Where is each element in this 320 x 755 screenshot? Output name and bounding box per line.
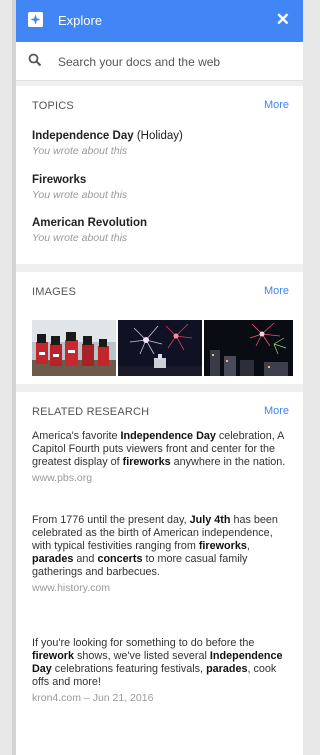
highlighted-term: concerts (97, 553, 143, 565)
topic-note: You wrote about this (32, 189, 128, 201)
topics-heading: TOPICS (32, 100, 74, 112)
research-snippet: From 1776 until the present day, July 4t… (32, 514, 294, 579)
topic-note: You wrote about this (32, 232, 128, 244)
research-more-link[interactable]: More (264, 405, 289, 417)
highlighted-term: Independence Day (120, 430, 216, 442)
search-input[interactable] (56, 51, 290, 73)
topic-note: You wrote about this (32, 145, 128, 157)
research-item[interactable]: From 1776 until the present day, July 4t… (32, 514, 294, 594)
highlighted-term: fireworks (198, 540, 247, 552)
topic-item-american-revolution[interactable]: American Revolution You wrote about this (32, 213, 147, 244)
snippet-text: , (246, 540, 250, 552)
research-item[interactable]: If you're looking for something to do be… (32, 637, 294, 704)
image-thumb-fireworks-capitol[interactable] (118, 320, 202, 376)
topic-type: (Holiday) (133, 130, 183, 142)
snippet-text: From 1776 until the present day, (32, 514, 190, 526)
images-more-link[interactable]: More (264, 285, 289, 297)
search-bar (16, 42, 303, 81)
explore-header: Explore ✕ (16, 0, 303, 42)
research-source: kron4.com – Jun 21, 2016 (32, 692, 154, 704)
research-item[interactable]: America's favorite Independence Day cele… (32, 430, 294, 484)
topic-name: American Revolution (32, 217, 148, 229)
images-heading: IMAGES (32, 286, 76, 298)
images-card: IMAGES More (16, 272, 303, 384)
topic-name: Fireworks (32, 174, 87, 186)
close-button[interactable]: ✕ (276, 10, 290, 30)
highlighted-term: parades (206, 663, 248, 675)
topic-item-fireworks[interactable]: Fireworks You wrote about this (32, 170, 127, 201)
image-row (32, 320, 293, 376)
image-thumb-soldiers[interactable] (32, 320, 116, 376)
research-source: www.history.com (32, 582, 110, 594)
highlighted-term: parades (32, 553, 74, 565)
topic-name: Independence Day (32, 130, 134, 142)
highlighted-term: July 4th (189, 514, 231, 526)
topics-more-link[interactable]: More (264, 99, 289, 111)
snippet-text: celebrations featuring festivals, (51, 663, 207, 675)
snippet-text: anywhere in the nation. (170, 456, 286, 468)
snippet-text: America's favorite (32, 430, 121, 442)
highlighted-term: firework (32, 650, 75, 662)
search-icon (28, 53, 42, 72)
research-snippet: If you're looking for something to do be… (32, 637, 294, 689)
highlighted-term: fireworks (122, 456, 171, 468)
snippet-text: If you're looking for something to do be… (32, 637, 255, 649)
snippet-text: and (73, 553, 98, 565)
research-heading: RELATED RESEARCH (32, 406, 150, 418)
related-research-card: RELATED RESEARCH More America's favorite… (16, 392, 303, 755)
topics-card: TOPICS More Independence Day (Holiday) Y… (16, 86, 303, 264)
snippet-text: shows, we've listed several (74, 650, 210, 662)
image-thumb-fireworks-city[interactable] (204, 320, 293, 376)
explore-panel: Explore ✕ TOPICS More Independence Day (… (16, 0, 303, 755)
explore-title: Explore (58, 13, 103, 28)
topic-item-independence-day[interactable]: Independence Day (Holiday) You wrote abo… (32, 126, 183, 157)
research-snippet: America's favorite Independence Day cele… (32, 430, 294, 469)
explore-icon (28, 12, 43, 27)
research-source: www.pbs.org (32, 472, 93, 484)
